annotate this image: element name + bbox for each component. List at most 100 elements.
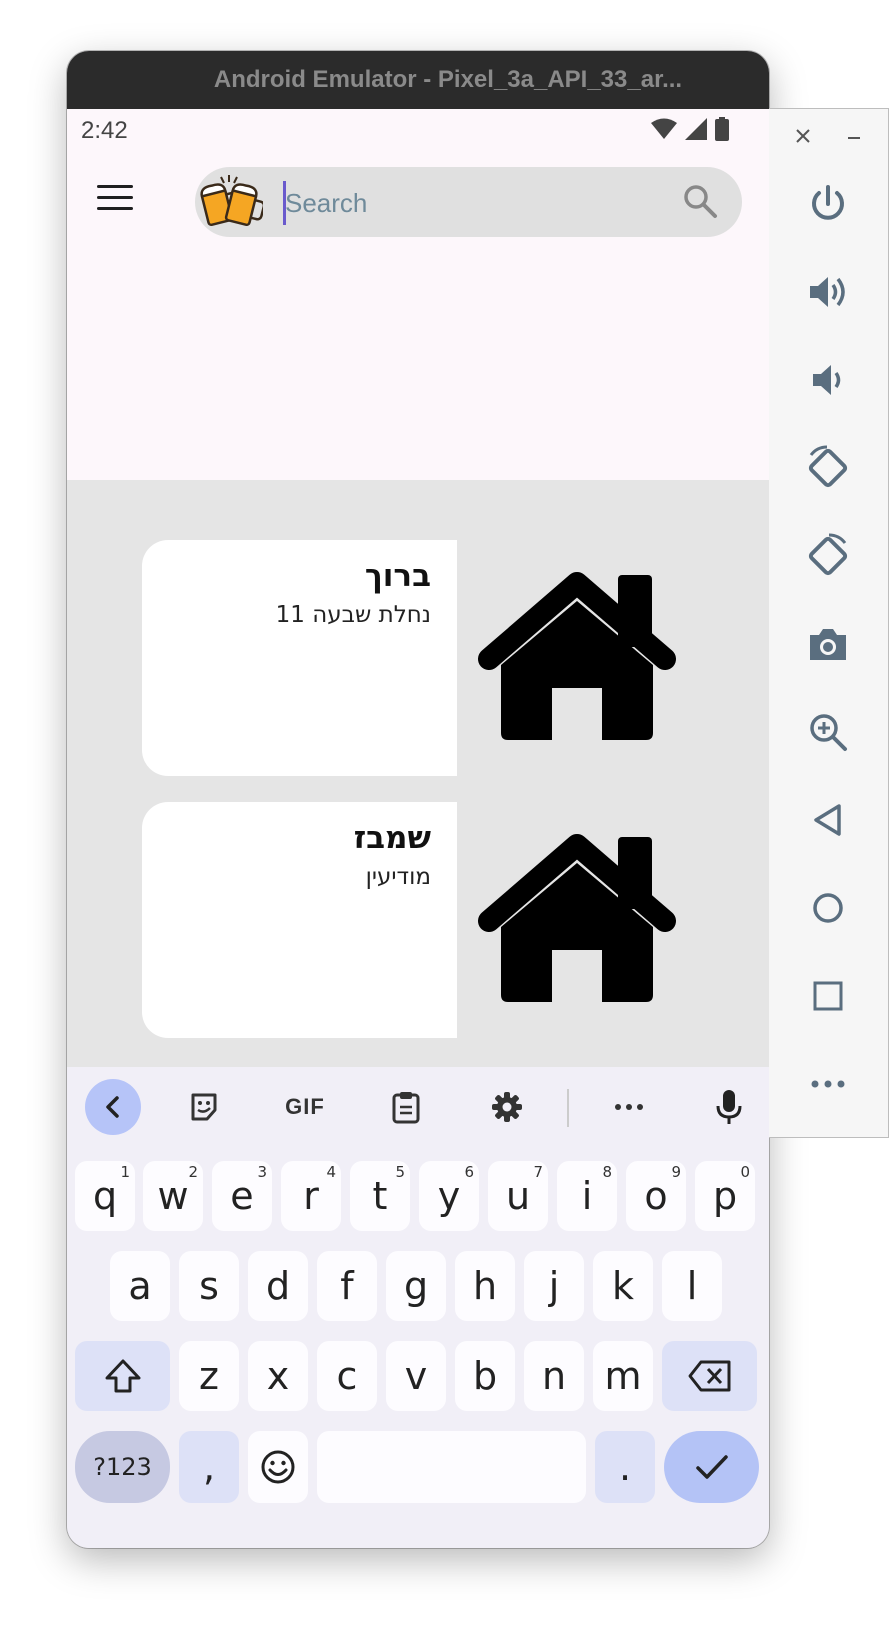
key-a[interactable]: a: [110, 1251, 170, 1321]
key-c[interactable]: c: [317, 1341, 377, 1411]
key-label: o: [644, 1174, 668, 1218]
home-button[interactable]: [803, 883, 853, 933]
key-d[interactable]: d: [248, 1251, 308, 1321]
key-z[interactable]: z: [179, 1341, 239, 1411]
gif-button[interactable]: GIF: [277, 1079, 333, 1135]
key-p[interactable]: p0: [695, 1161, 755, 1231]
result-card[interactable]: ברוך נחלת שבעה 11: [142, 540, 457, 776]
clipboard-button[interactable]: [378, 1079, 434, 1135]
comma-key[interactable]: ,: [179, 1431, 239, 1503]
key-f[interactable]: f: [317, 1251, 377, 1321]
more-options-button[interactable]: [803, 1059, 853, 1109]
status-time: 2:42: [81, 117, 128, 144]
key-hint: 9: [671, 1163, 681, 1181]
key-b[interactable]: b: [455, 1341, 515, 1411]
toolbar-divider: [567, 1089, 569, 1127]
backspace-icon: [688, 1360, 730, 1392]
emulator-side-panel: [769, 108, 889, 1138]
back-triangle-icon: [814, 804, 841, 836]
screenshot-button[interactable]: [803, 619, 853, 669]
key-v[interactable]: v: [386, 1341, 446, 1411]
volume-down-button[interactable]: [803, 355, 853, 405]
card-title: ברוך: [364, 558, 431, 594]
power-button[interactable]: [803, 179, 853, 229]
key-r[interactable]: r4: [281, 1161, 341, 1231]
search-bar[interactable]: [195, 167, 742, 237]
emulator-window: Android Emulator - Pixel_3a_API_33_ar...…: [67, 51, 769, 1548]
key-h[interactable]: h: [455, 1251, 515, 1321]
rotate-right-icon: [808, 533, 848, 576]
gif-label: GIF: [285, 1094, 325, 1119]
key-s[interactable]: s: [179, 1251, 239, 1321]
voice-input-button[interactable]: [701, 1079, 757, 1135]
overview-button[interactable]: [803, 971, 853, 1021]
card-title: שמבז: [353, 820, 431, 856]
key-j[interactable]: j: [524, 1251, 584, 1321]
wifi-icon: [651, 118, 677, 139]
volume-up-button[interactable]: [803, 267, 853, 317]
sticker-button[interactable]: [176, 1079, 232, 1135]
shift-icon: [105, 1359, 140, 1393]
rotate-right-button[interactable]: [803, 531, 853, 581]
results-list: ברוך נחלת שבעה 11 שמבז מודיעין: [67, 480, 769, 1067]
key-label: q: [92, 1174, 118, 1218]
minimize-icon[interactable]: [845, 127, 863, 145]
key-o[interactable]: o9: [626, 1161, 686, 1231]
settings-button[interactable]: [479, 1079, 535, 1135]
zoom-button[interactable]: [803, 707, 853, 757]
key-t[interactable]: t5: [350, 1161, 410, 1231]
rotate-left-icon: [808, 445, 848, 488]
close-icon[interactable]: [794, 127, 812, 145]
emoji-key[interactable]: [248, 1431, 308, 1503]
key-hint: 1: [120, 1163, 130, 1181]
side-panel-header: [769, 123, 888, 153]
key-u[interactable]: u7: [488, 1161, 548, 1231]
card-subtitle: נחלת שבעה 11: [275, 602, 431, 628]
back-button[interactable]: [803, 795, 853, 845]
result-card[interactable]: שמבז מודיעין: [142, 802, 457, 1038]
search-input[interactable]: [283, 180, 667, 226]
backspace-key[interactable]: [662, 1341, 757, 1411]
more-horizontal-icon: [811, 1080, 845, 1088]
period-key[interactable]: .: [595, 1431, 655, 1503]
camera-icon: [810, 629, 846, 660]
key-n[interactable]: n: [524, 1341, 584, 1411]
more-button[interactable]: [601, 1079, 657, 1135]
window-title: Android Emulator - Pixel_3a_API_33_ar...: [213, 66, 683, 93]
key-e[interactable]: e3: [212, 1161, 272, 1231]
key-g[interactable]: g: [386, 1251, 446, 1321]
status-icons: [651, 117, 729, 141]
symbols-key[interactable]: ?123: [75, 1431, 170, 1503]
key-i[interactable]: i8: [557, 1161, 617, 1231]
keyboard-back-button[interactable]: [85, 1079, 141, 1135]
key-x[interactable]: x: [248, 1341, 308, 1411]
house-icon: [478, 572, 676, 740]
overview-square-icon: [813, 981, 843, 1011]
phone-screen: 2:42 Search ברוך נחלת שבעה 11 שמבז מודיע…: [67, 109, 769, 1548]
menu-icon[interactable]: [97, 185, 133, 215]
key-label: y: [437, 1174, 461, 1218]
space-key[interactable]: [317, 1431, 586, 1503]
key-hint: 5: [395, 1163, 405, 1181]
key-hint: 8: [602, 1163, 612, 1181]
key-q[interactable]: q1: [75, 1161, 135, 1231]
rotate-left-button[interactable]: [803, 443, 853, 493]
key-m[interactable]: m: [593, 1341, 653, 1411]
key-l[interactable]: l: [662, 1251, 722, 1321]
key-w[interactable]: w2: [143, 1161, 203, 1231]
key-k[interactable]: k: [593, 1251, 653, 1321]
key-hint: 3: [257, 1163, 267, 1181]
search-icon[interactable]: [682, 183, 718, 219]
key-label: t: [372, 1174, 388, 1218]
card-subtitle: מודיעין: [365, 864, 431, 890]
key-y[interactable]: y6: [419, 1161, 479, 1231]
power-icon: [812, 185, 844, 220]
key-label: p: [712, 1174, 738, 1218]
home-circle-icon: [813, 893, 843, 923]
clipboard-icon: [392, 1092, 420, 1124]
shift-key[interactable]: [75, 1341, 170, 1411]
window-titlebar[interactable]: Android Emulator - Pixel_3a_API_33_ar...: [67, 51, 769, 109]
enter-key[interactable]: [664, 1431, 759, 1503]
battery-icon: [715, 117, 729, 141]
emoji-icon: [261, 1450, 295, 1484]
